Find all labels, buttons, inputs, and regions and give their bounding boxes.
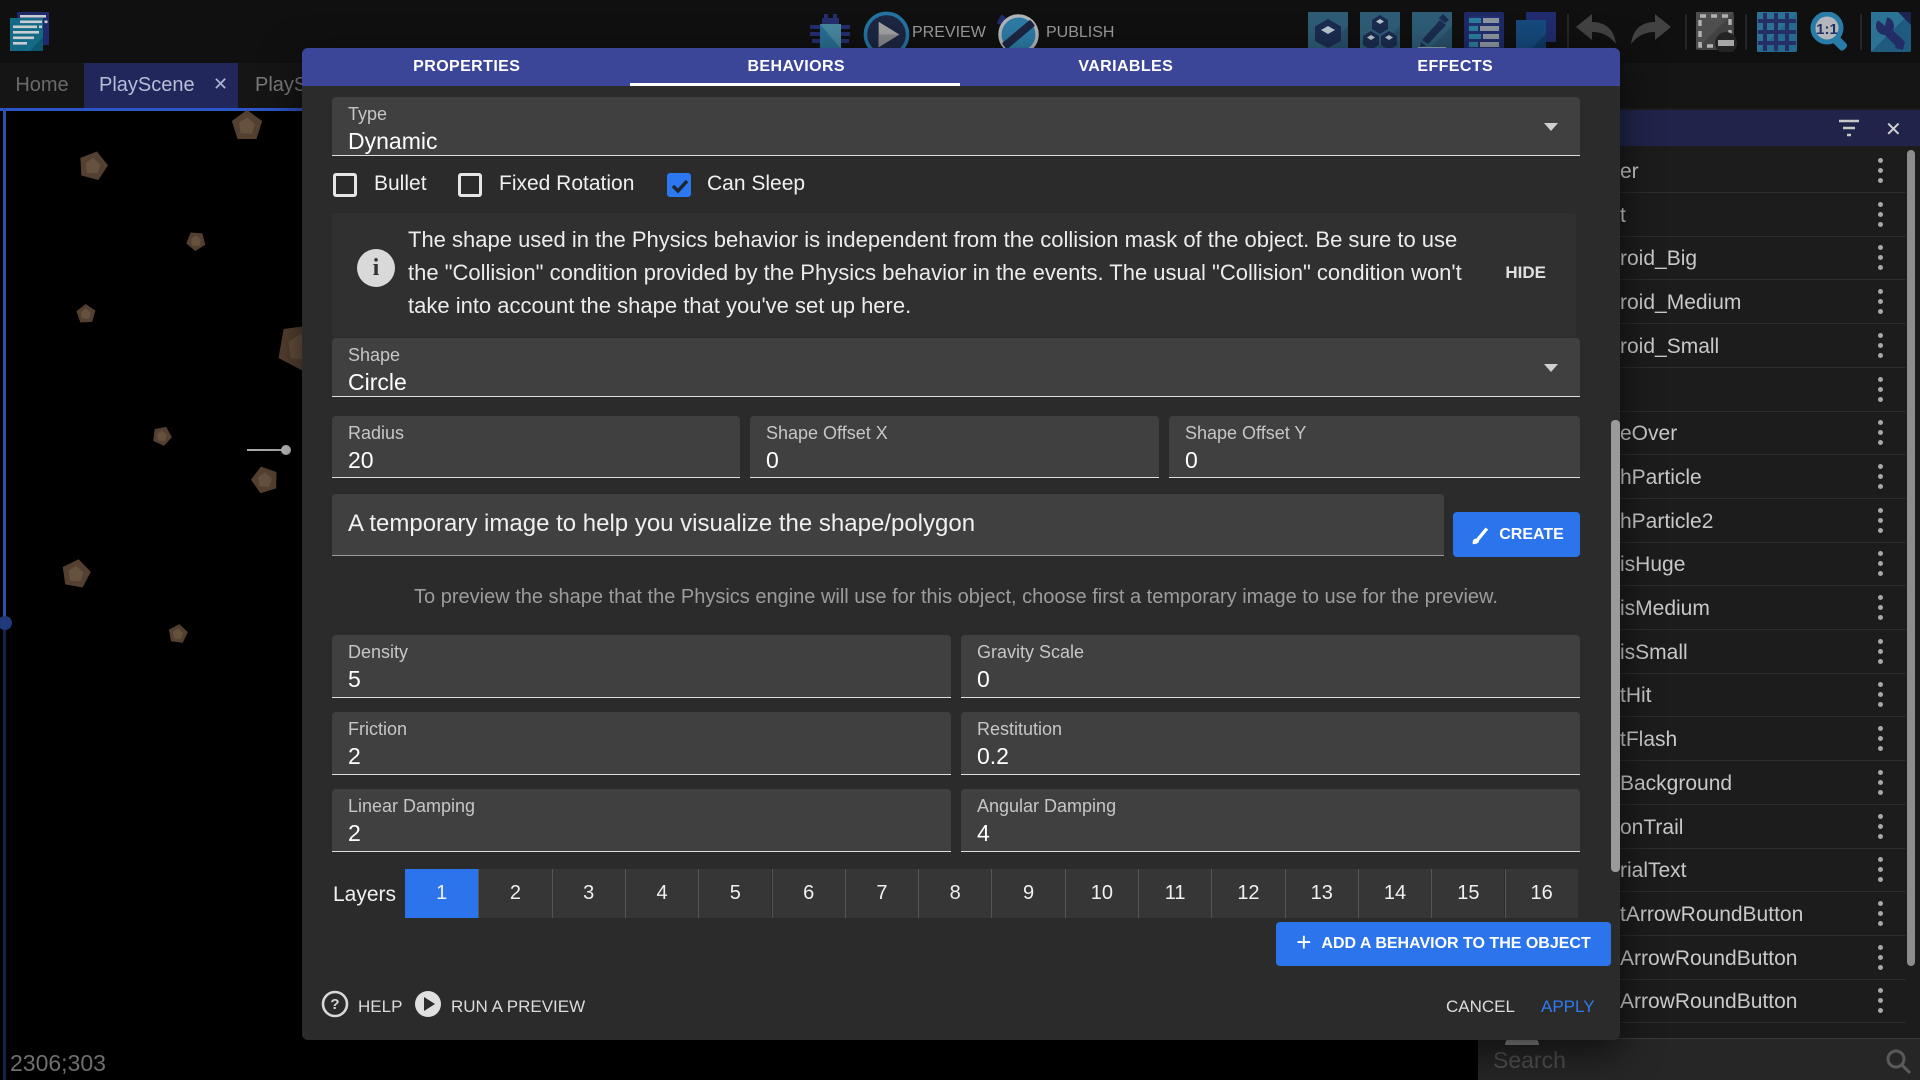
- svg-text:1:1: 1:1: [1816, 21, 1838, 38]
- svg-text:?: ?: [330, 996, 339, 1013]
